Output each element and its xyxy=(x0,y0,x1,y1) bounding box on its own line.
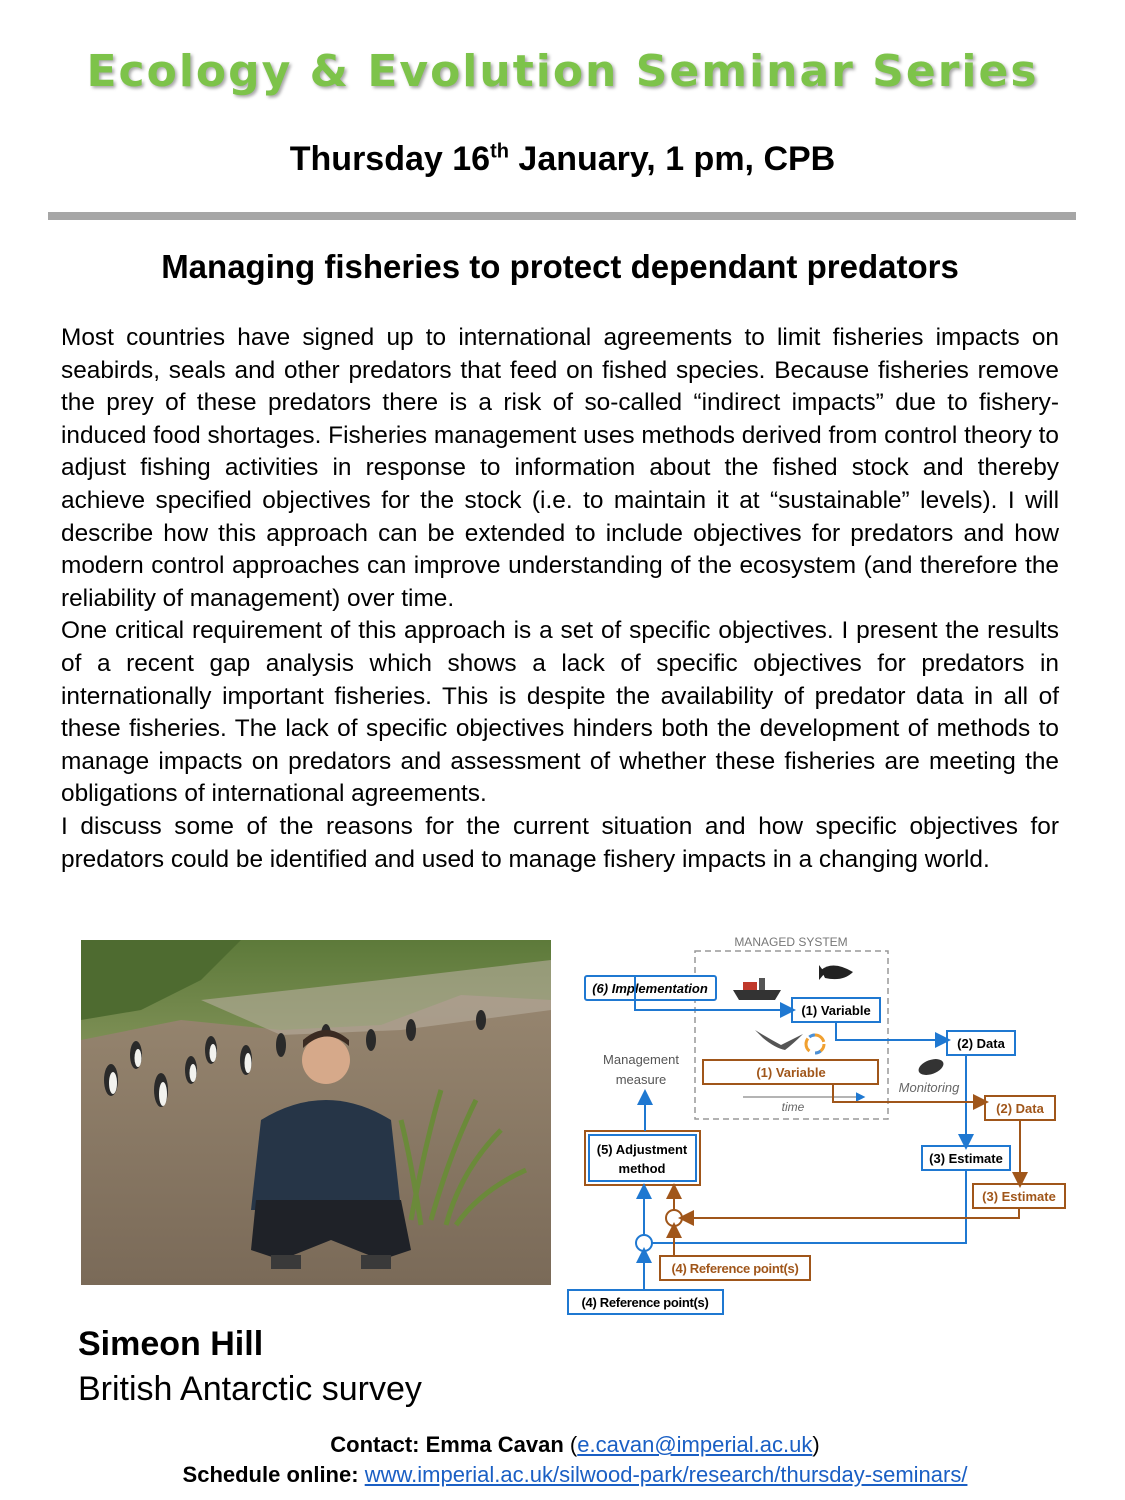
brown-comparator xyxy=(665,1209,683,1227)
speaker-photo-image xyxy=(81,940,551,1285)
schedule-line: Schedule online: www.imperial.ac.uk/silw… xyxy=(0,1462,1125,1488)
contact-email-link[interactable]: e.cavan@imperial.ac.uk xyxy=(577,1432,812,1457)
date-suffix: th xyxy=(490,140,509,163)
speaker-photo xyxy=(81,940,551,1285)
data-brown-label: (2) Data xyxy=(996,1101,1044,1116)
variable-blue-label: (1) Variable xyxy=(801,1003,870,1018)
date-day: Thursday 16 xyxy=(289,140,491,178)
schedule-url-link[interactable]: www.imperial.ac.uk/silwood-park/research… xyxy=(365,1462,968,1487)
fish-icon xyxy=(819,965,853,980)
implementation-label: (6) Implementation xyxy=(592,981,708,996)
speaker-name: Simeon Hill xyxy=(78,1325,264,1363)
speaker-institution: British Antarctic survey xyxy=(78,1370,422,1408)
reference-brown-label: (4) Reference point(s) xyxy=(671,1261,798,1276)
series-title: Ecology & Evolution Seminar Series xyxy=(86,46,1039,97)
management-diagram: MANAGED SYSTEM (6) Implementation (1) Va… xyxy=(563,930,1083,1320)
abstract-paragraph: Most countries have signed up to interna… xyxy=(61,324,1059,612)
adjustment-label-2: method xyxy=(619,1161,666,1176)
cycle-icon xyxy=(804,1033,826,1055)
seabird-icon xyxy=(755,1030,803,1050)
ship-icon xyxy=(733,978,781,1000)
abstract-paragraph: One critical requirement of this approac… xyxy=(61,617,1059,808)
date-rest: January, 1 pm, CPB xyxy=(508,140,836,178)
seal-icon xyxy=(918,1059,944,1075)
estimate-blue-label: (3) Estimate xyxy=(929,1151,1003,1166)
abstract-paragraph: I discuss some of the reasons for the cu… xyxy=(61,812,1059,873)
estimate-brown-label: (3) Estimate xyxy=(982,1189,1056,1204)
blue-comparator xyxy=(635,1234,653,1252)
contact-line: Contact: Emma Cavan (e.cavan@imperial.ac… xyxy=(0,1432,1125,1458)
divider xyxy=(48,212,1076,220)
management-measure-label-1: Management xyxy=(603,1052,679,1067)
variable-brown-label: (1) Variable xyxy=(756,1065,825,1080)
managed-system-box xyxy=(694,950,889,1120)
monitoring-label: Monitoring xyxy=(899,1080,960,1095)
management-measure-label-2: measure xyxy=(616,1072,667,1087)
schedule-label: Schedule online: xyxy=(182,1462,359,1487)
reference-blue-label: (4) Reference point(s) xyxy=(581,1295,708,1310)
talk-title: Managing fisheries to protect dependant … xyxy=(161,248,959,285)
contact-open-paren: ( xyxy=(563,1432,578,1457)
data-blue-label: (2) Data xyxy=(957,1036,1005,1051)
seminar-date: Thursday 16th January, 1 pm, CPB xyxy=(0,140,1125,179)
adjustment-label-1: (5) Adjustment xyxy=(597,1142,688,1157)
contact-label: Contact: Emma Cavan xyxy=(330,1432,564,1457)
abstract: Most countries have signed up to interna… xyxy=(61,322,1059,876)
time-label: time xyxy=(782,1100,805,1114)
contact-close-paren: ) xyxy=(812,1432,820,1457)
managed-system-label: MANAGED SYSTEM xyxy=(734,935,847,949)
